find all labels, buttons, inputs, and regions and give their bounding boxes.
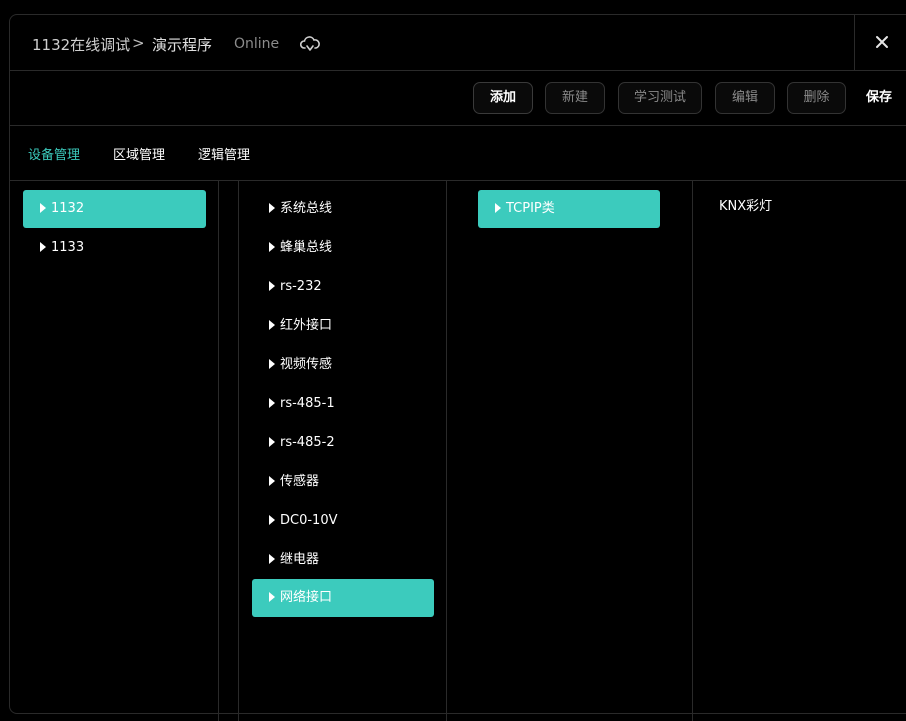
expand-triangle-icon xyxy=(269,591,275,602)
breadcrumb-current: 演示程序 xyxy=(152,36,213,54)
expand-triangle-icon xyxy=(269,475,275,486)
edit-button[interactable]: 编辑 xyxy=(715,82,775,114)
toolbar: 添加 新建 学习测试 编辑 删除 保存 xyxy=(10,71,906,126)
cloud-sync-icon[interactable] xyxy=(300,35,320,53)
list-item-host[interactable]: 1132 xyxy=(23,190,206,228)
list-item-interface[interactable]: rs-485-1 xyxy=(252,385,434,423)
list-item-host[interactable]: 1133 xyxy=(23,229,206,267)
close-button[interactable] xyxy=(854,15,906,70)
category-column: TCPIP类 xyxy=(465,181,693,721)
list-item-interface[interactable]: 视频传感 xyxy=(252,346,434,384)
list-item-label: 网络接口 xyxy=(280,590,333,605)
list-item-label: TCPIP类 xyxy=(506,201,555,216)
list-item-label: 继电器 xyxy=(280,552,320,567)
expand-triangle-icon xyxy=(269,358,275,369)
list-item-label: 系统总线 xyxy=(280,201,333,216)
list-item-label: 蜂巢总线 xyxy=(280,240,333,255)
tab-bar: 设备管理 区域管理 逻辑管理 xyxy=(10,126,906,181)
expand-triangle-icon xyxy=(40,202,46,213)
list-item-interface[interactable]: 红外接口 xyxy=(252,307,434,345)
expand-triangle-icon xyxy=(269,280,275,291)
list-item-label: DC0-10V xyxy=(280,513,338,528)
list-item-label: 1133 xyxy=(51,240,85,255)
close-icon[interactable] xyxy=(875,35,889,49)
interface-column: 系统总线 蜂巢总线 rs-232 红外接口 视频传感 rs-485-1 rs-4… xyxy=(238,181,447,721)
list-item-label: 视频传感 xyxy=(280,357,333,372)
list-item-interface[interactable]: DC0-10V xyxy=(252,502,434,540)
list-item-interface[interactable]: rs-485-2 xyxy=(252,424,434,462)
expand-triangle-icon xyxy=(269,397,275,408)
list-item-interface[interactable]: 传感器 xyxy=(252,463,434,501)
expand-triangle-icon xyxy=(269,319,275,330)
list-item-interface[interactable]: rs-232 xyxy=(252,268,434,306)
list-item-label: 传感器 xyxy=(280,474,320,489)
online-status: Online xyxy=(234,36,280,52)
list-item-category[interactable]: TCPIP类 xyxy=(478,190,660,228)
delete-button[interactable]: 删除 xyxy=(787,82,846,114)
list-item-device[interactable]: KNX彩灯 xyxy=(719,188,899,226)
learn-test-button[interactable]: 学习测试 xyxy=(618,82,702,114)
list-item-label: 1132 xyxy=(51,201,85,216)
list-item-interface[interactable]: 网络接口 xyxy=(252,579,434,617)
device-column: KNX彩灯 xyxy=(692,181,906,721)
expand-triangle-icon xyxy=(269,436,275,447)
save-button[interactable]: 保存 xyxy=(866,82,892,114)
list-item-label: rs-485-1 xyxy=(280,396,335,411)
list-item-label: rs-232 xyxy=(280,279,322,294)
tab-area-management[interactable]: 区域管理 xyxy=(113,144,165,163)
expand-triangle-icon xyxy=(269,553,275,564)
tab-logic-management[interactable]: 逻辑管理 xyxy=(198,144,250,163)
debug-window: 1132在线调试 > 演示程序 Online 添加 新建 学习测试 编辑 删除 … xyxy=(9,14,906,721)
tab-device-management[interactable]: 设备管理 xyxy=(28,144,80,163)
list-item-interface[interactable]: 继电器 xyxy=(252,541,434,579)
list-item-label: 红外接口 xyxy=(280,318,333,333)
expand-triangle-icon xyxy=(269,202,275,213)
expand-triangle-icon xyxy=(495,202,501,213)
breadcrumb-root[interactable]: 1132在线调试 xyxy=(32,34,130,55)
host-column: 1132 1133 xyxy=(9,181,219,721)
expand-triangle-icon xyxy=(269,514,275,525)
list-item-interface[interactable]: 蜂巢总线 xyxy=(252,229,434,267)
expand-triangle-icon xyxy=(269,241,275,252)
expand-triangle-icon xyxy=(40,241,46,252)
list-item-label: rs-485-2 xyxy=(280,435,335,450)
new-button[interactable]: 新建 xyxy=(545,82,605,114)
add-button[interactable]: 添加 xyxy=(473,82,533,114)
title-bar: 1132在线调试 > 演示程序 Online xyxy=(10,15,906,71)
breadcrumb-separator: > xyxy=(132,34,145,52)
list-item-interface[interactable]: 系统总线 xyxy=(252,190,434,228)
